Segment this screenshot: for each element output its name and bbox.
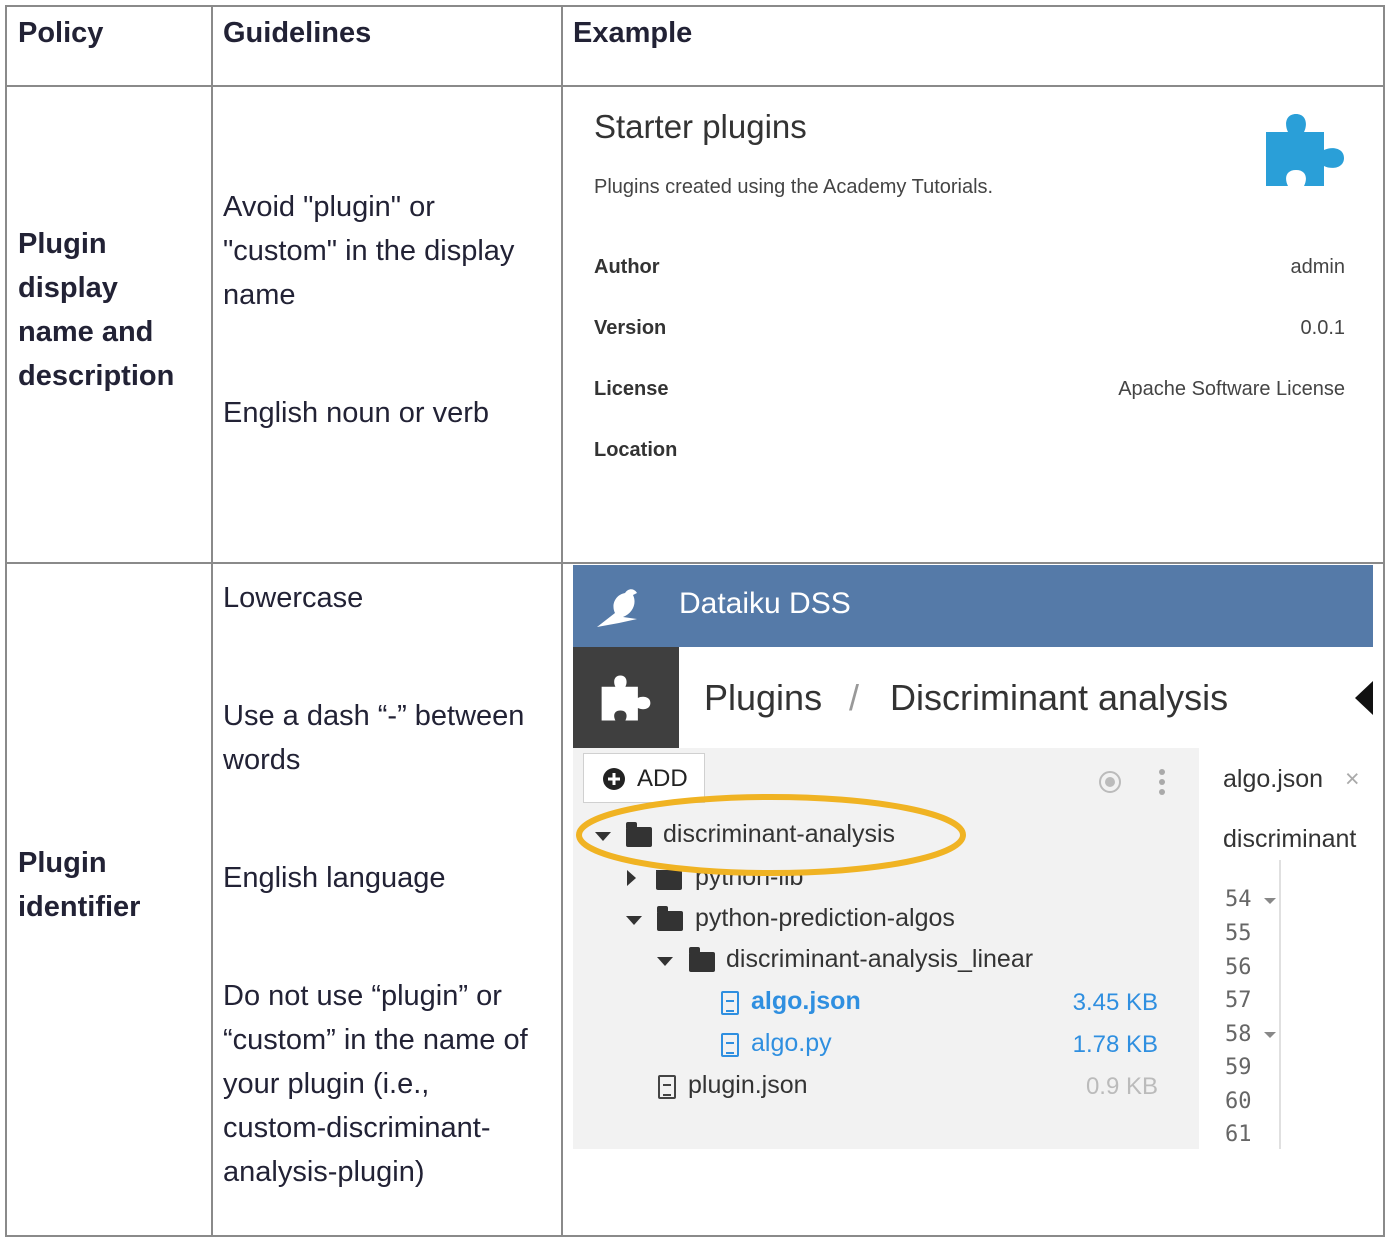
- row2-policy-line2: identifier: [18, 891, 141, 923]
- file-size-algo-py: 1.78 KB: [1072, 1031, 1158, 1058]
- row2-policy-line1: Plugin: [18, 847, 107, 879]
- tree-item-plugin-json[interactable]: plugin.json: [688, 1071, 808, 1100]
- row1-guideline1-line3: name: [223, 279, 296, 311]
- breadcrumb-plugins[interactable]: Plugins: [704, 677, 822, 719]
- header-guidelines: Guidelines: [223, 17, 372, 49]
- target-inner-dot: [1105, 777, 1115, 787]
- row1-policy-line4: description: [18, 360, 175, 392]
- dot-top: [1159, 769, 1165, 775]
- tree-item-python-prediction-algos[interactable]: python-prediction-algos: [695, 904, 955, 933]
- caret-left-shape: [1355, 681, 1373, 715]
- puzzle-piece-icon: [1266, 114, 1344, 186]
- plus-circle-icon: [603, 768, 625, 790]
- row2-guideline1: Lowercase: [223, 582, 364, 614]
- bird-logo-icon: [597, 589, 637, 627]
- file-icon: [658, 1075, 676, 1099]
- row2-guideline4-line3: your plugin (i.e.,: [223, 1068, 430, 1100]
- row2-guideline2-line2: words: [223, 744, 301, 776]
- file-icon: [721, 1033, 739, 1057]
- row2-guideline3: English language: [223, 862, 446, 894]
- bird-logo-shape: [597, 589, 637, 627]
- starter-plugins-title: Starter plugins: [594, 108, 807, 145]
- row1-policy-line3: name and: [18, 316, 154, 348]
- plugins-nav-tile[interactable]: [573, 647, 679, 748]
- line-number: 59: [1225, 1055, 1252, 1080]
- line-number: 60: [1225, 1089, 1252, 1114]
- puzzle-nav-shape: [601, 675, 651, 721]
- line-number: 56: [1225, 955, 1252, 980]
- highlight-ellipse: [576, 794, 966, 876]
- row2-guideline4-line5: analysis-plugin): [223, 1156, 425, 1188]
- field-author-key: Author: [594, 256, 660, 278]
- field-license-key: License: [594, 378, 669, 400]
- row2-guideline4-line2: “custom” in the name of: [223, 1024, 528, 1056]
- row2-guideline2-line1: Use a dash “-” between: [223, 700, 525, 732]
- row1-guideline1-line2: "custom" in the display: [223, 235, 515, 267]
- row2-guideline4-line1: Do not use “plugin” or: [223, 980, 502, 1012]
- line-number: 55: [1225, 921, 1252, 946]
- field-version-value: 0.0.1: [1300, 317, 1345, 339]
- field-version-key: Version: [594, 317, 667, 339]
- editor-gutter-divider: [1279, 860, 1281, 1149]
- line-number: 57: [1225, 988, 1252, 1013]
- target-icon[interactable]: [1098, 770, 1122, 794]
- tree-item-algo-py[interactable]: algo.py: [751, 1029, 832, 1058]
- editor-header-text: discriminant: [1223, 825, 1357, 853]
- dot-bottom: [1159, 789, 1165, 795]
- line-number: 58: [1225, 1022, 1252, 1047]
- fold-arrow-icon[interactable]: [1264, 1032, 1276, 1038]
- close-icon[interactable]: ×: [1345, 765, 1360, 794]
- table-col-divider-1: [211, 5, 213, 1237]
- fold-arrow-icon[interactable]: [1264, 898, 1276, 904]
- field-author-value: admin: [1290, 256, 1345, 278]
- file-size-algo-json: 3.45 KB: [1072, 989, 1158, 1016]
- breadcrumb-separator: /: [849, 677, 860, 718]
- starter-plugins-description: Plugins created using the Academy Tutori…: [594, 176, 994, 198]
- breadcrumb-current: Discriminant analysis: [890, 677, 1229, 718]
- row2-guideline4-line4: custom-discriminant-: [223, 1112, 491, 1144]
- puzzle-piece-shape: [1266, 114, 1344, 186]
- row1-guideline1-line1: Avoid "plugin" or: [223, 191, 435, 223]
- field-location-key: Location: [594, 439, 678, 461]
- row1-policy-line2: display: [18, 272, 118, 304]
- table-col-divider-2: [561, 5, 563, 1237]
- header-policy: Policy: [18, 17, 104, 49]
- more-vertical-icon[interactable]: [1157, 768, 1167, 796]
- table-border-left: [5, 5, 7, 1237]
- table-border-right: [1383, 5, 1385, 1237]
- line-number: 61: [1225, 1122, 1252, 1147]
- dss-brand-name: Dataiku DSS: [679, 587, 851, 620]
- file-size-plugin-json: 0.9 KB: [1085, 1073, 1158, 1100]
- highlight-ellipse-shape: [576, 794, 966, 876]
- line-number: 54: [1225, 887, 1252, 912]
- caret-left-icon[interactable]: [1355, 681, 1373, 715]
- folder-icon: [657, 906, 683, 931]
- row1-policy-line1: Plugin: [18, 228, 107, 260]
- field-license-value: Apache Software License: [1118, 378, 1345, 400]
- editor-tab-algo-json[interactable]: algo.json: [1223, 765, 1323, 794]
- dss-top-bar: Dataiku DSS: [573, 565, 1373, 647]
- plus-bar-v: [612, 773, 616, 785]
- puzzle-nav-icon: [601, 675, 651, 721]
- dss-nav-bar: Plugins / Discriminant analysis: [573, 647, 1373, 748]
- expand-arrow-icon[interactable]: [626, 916, 642, 925]
- tree-item-discriminant-analysis-linear[interactable]: discriminant-analysis_linear: [726, 945, 1033, 974]
- expand-arrow-icon[interactable]: [657, 957, 673, 966]
- dot-mid: [1159, 779, 1165, 785]
- tree-item-algo-json[interactable]: algo.json: [751, 987, 861, 1016]
- add-button-label: ADD: [637, 765, 688, 792]
- file-icon: [721, 991, 739, 1015]
- folder-icon: [689, 947, 715, 972]
- header-example: Example: [573, 17, 693, 49]
- row1-guideline2-line1: English noun or verb: [223, 397, 489, 429]
